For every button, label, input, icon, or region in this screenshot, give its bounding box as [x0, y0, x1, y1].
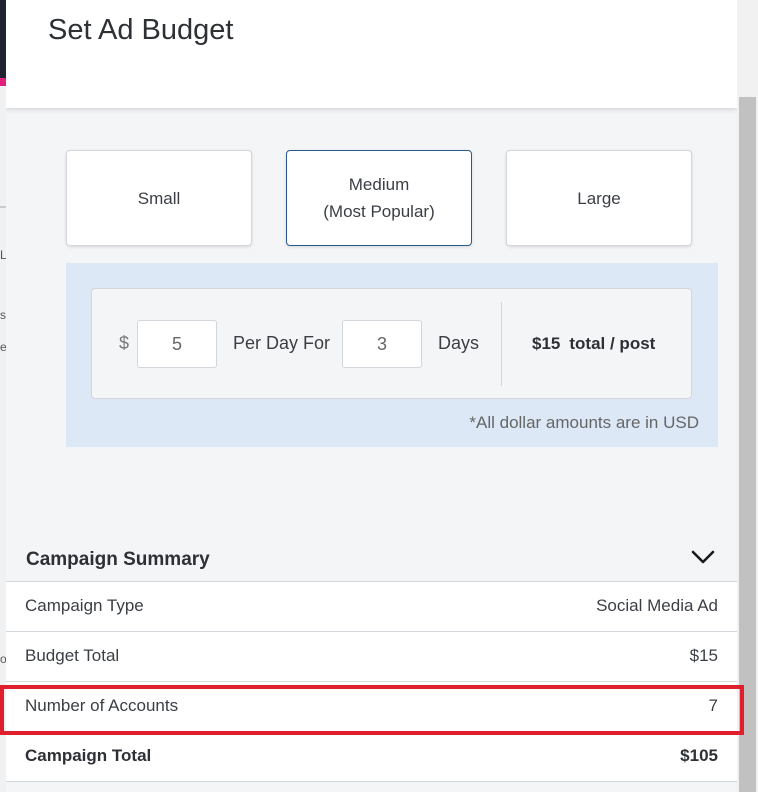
- days-input[interactable]: [342, 320, 422, 368]
- budget-panel: $ Per Day For Days $15 total / post *All …: [66, 263, 718, 447]
- budget-input-box: $ Per Day For Days $15 total / post: [91, 288, 692, 399]
- total-suffix: total / post: [569, 334, 656, 353]
- divider: [501, 302, 502, 386]
- size-option-label: Large: [577, 188, 621, 208]
- size-option-sublabel: (Most Popular): [323, 202, 435, 221]
- row-label: Campaign Type: [25, 596, 144, 615]
- budget-size-medium-button[interactable]: Medium (Most Popular): [286, 150, 472, 246]
- summary-row-budget-total: Budget Total $15: [6, 632, 737, 682]
- row-value: $15: [689, 646, 718, 665]
- per-day-label: Per Day For: [233, 333, 331, 353]
- summary-row-campaign-type: Campaign Type Social Media Ad: [6, 582, 737, 632]
- campaign-summary-title: Campaign Summary: [26, 549, 210, 570]
- chevron-down-icon[interactable]: [691, 549, 715, 565]
- summary-row-campaign-total: Campaign Total $105: [6, 732, 737, 782]
- usd-note: *All dollar amounts are in USD: [469, 413, 699, 432]
- currency-symbol: $: [119, 333, 130, 353]
- size-option-label: Small: [137, 188, 181, 208]
- scrollbar-thumb[interactable]: [739, 97, 756, 792]
- total-per-post: $15 total / post: [532, 334, 655, 354]
- size-option-label: Medium: [348, 175, 410, 194]
- budget-size-large-button[interactable]: Large: [506, 150, 692, 246]
- scrollbar[interactable]: [737, 0, 758, 792]
- row-value: Social Media Ad: [596, 596, 718, 615]
- set-ad-budget-modal: Set Ad Budget Small Medium (Most Popular…: [6, 0, 737, 792]
- modal-header: Set Ad Budget: [6, 0, 737, 108]
- row-label: Number of Accounts: [25, 696, 179, 715]
- budget-size-small-button[interactable]: Small: [66, 150, 252, 246]
- per-day-amount-input[interactable]: [137, 320, 217, 368]
- row-label: Budget Total: [25, 646, 120, 665]
- campaign-summary: Campaign Summary Campaign Type Social Me…: [6, 536, 737, 792]
- days-label: Days: [438, 333, 480, 353]
- row-value: 7: [708, 696, 718, 715]
- row-label: Campaign Total: [25, 746, 152, 765]
- row-value: $105: [680, 746, 718, 765]
- modal-title: Set Ad Budget: [48, 14, 234, 46]
- campaign-summary-header[interactable]: Campaign Summary: [6, 536, 737, 582]
- summary-row-number-of-accounts: Number of Accounts 7: [6, 682, 737, 732]
- total-amount: $15: [532, 334, 561, 353]
